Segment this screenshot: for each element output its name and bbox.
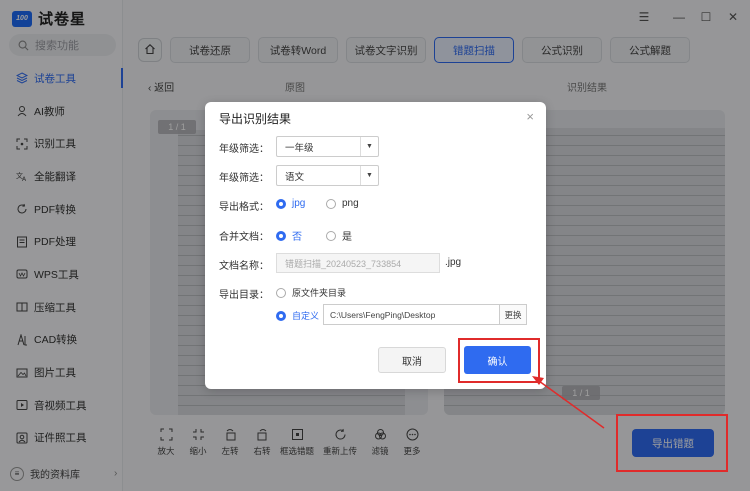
dir-custom-radio[interactable]: 自定义 [276, 309, 319, 322]
radio-unchecked-icon [276, 287, 286, 298]
radio-checked-icon [276, 230, 286, 241]
grade-select[interactable]: 一年级 ▼ [276, 136, 379, 157]
highlight-frame [616, 414, 728, 472]
dir-source-radio[interactable]: 原文件夹目录 [276, 286, 346, 299]
close-icon[interactable]: × [526, 109, 534, 124]
caret-down-icon: ▼ [360, 137, 378, 156]
dir-path-field[interactable]: C:\Users\FengPing\Desktop [323, 304, 500, 325]
merge-no-label: 否 [292, 232, 302, 243]
dir-custom-label: 自定义 [292, 311, 320, 321]
format-png-label: png [342, 198, 359, 209]
caret-down-icon: ▼ [360, 166, 378, 185]
format-png-radio[interactable]: png [326, 198, 359, 209]
change-dir-button[interactable]: 更换 [499, 304, 527, 325]
merge-yes-radio[interactable]: 是 [326, 228, 352, 243]
dir-source-label: 原文件夹目录 [292, 288, 347, 298]
merge-no-radio[interactable]: 否 [276, 228, 302, 243]
radio-checked-icon [276, 198, 286, 209]
radio-unchecked-icon [326, 198, 336, 209]
radio-unchecked-icon [326, 230, 336, 241]
filename-label: 文档名称： [219, 261, 269, 272]
radio-checked-icon [276, 310, 286, 321]
export-dialog: 导出识别结果 × 年级筛选： 一年级 ▼ 年级筛选： 语文 ▼ 导出格式： jp… [205, 102, 546, 389]
subject-value: 语文 [285, 171, 305, 183]
dialog-title: 导出识别结果 [219, 112, 292, 126]
filename-extension: .jpg [445, 257, 462, 268]
merge-yes-label: 是 [342, 232, 352, 243]
format-label: 导出格式： [219, 202, 269, 213]
cancel-button[interactable]: 取消 [378, 347, 446, 373]
filename-placeholder: 错题扫描_20240523_733854 [285, 258, 402, 269]
format-jpg-radio[interactable]: jpg [276, 198, 305, 209]
subject-select[interactable]: 语文 ▼ [276, 165, 379, 186]
highlight-frame [458, 338, 540, 383]
dir-path-value: C:\Users\FengPing\Desktop [330, 309, 436, 320]
dir-label: 导出目录： [219, 290, 269, 301]
grade-value: 一年级 [285, 142, 314, 154]
grade-label: 年级筛选： [219, 144, 269, 155]
format-jpg-label: jpg [292, 198, 306, 209]
subject-label: 年级筛选： [219, 173, 269, 184]
merge-label: 合并文档： [219, 232, 269, 243]
filename-field[interactable]: 错题扫描_20240523_733854 [276, 253, 440, 273]
